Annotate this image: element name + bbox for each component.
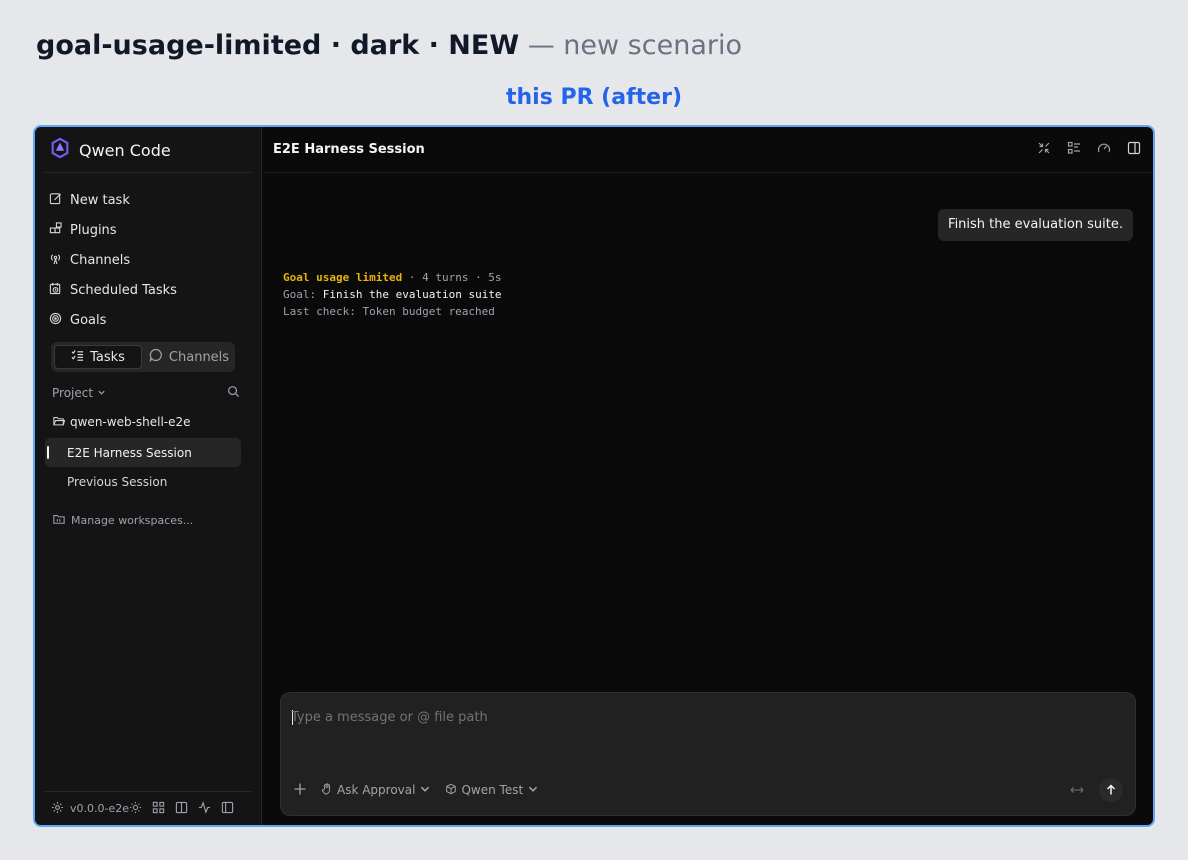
pr-label: this PR (after)	[505, 85, 682, 110]
goal-value: Finish the evaluation suite	[322, 288, 502, 301]
send-button[interactable]	[1099, 778, 1123, 802]
task-list-icon	[71, 349, 84, 366]
session-label: E2E Harness Session	[67, 445, 192, 460]
broadcast-icon	[49, 252, 62, 269]
scenario-title: goal-usage-limited · dark · NEW	[36, 30, 520, 61]
scenario-suffix: — new scenario	[519, 30, 742, 61]
project-label: Project	[52, 386, 94, 400]
sidebar-footer: v0.0.0-e2e	[45, 791, 251, 825]
arrow-up-icon	[1105, 781, 1117, 800]
chat-bubble-icon	[149, 348, 163, 366]
divider	[45, 172, 251, 173]
main-panel: E2E Harness Session Finish the evaluatio…	[263, 127, 1153, 825]
active-indicator	[47, 446, 49, 459]
goal-meta: · 4 turns · 5s	[402, 271, 502, 284]
folder-open-icon	[53, 415, 66, 430]
nav-goals[interactable]: Goals	[49, 305, 177, 335]
tab-tasks[interactable]: Tasks	[54, 345, 142, 369]
nav-plugins[interactable]: Plugins	[49, 215, 177, 245]
chevron-down-icon	[419, 783, 431, 798]
page-heading: goal-usage-limited · dark · NEW — new sc…	[36, 28, 742, 64]
brand-name: Qwen Code	[79, 140, 171, 160]
calendar-clock-icon	[49, 282, 62, 299]
session-item[interactable]: Previous Session	[45, 467, 241, 496]
message-input[interactable]	[291, 705, 991, 729]
sidebar-nav: New task Plugins Channels Scheduled Task…	[49, 185, 177, 335]
chevron-down-icon	[97, 386, 106, 400]
project-dropdown[interactable]: Project	[52, 386, 106, 400]
approval-mode-dropdown[interactable]: Ask Approval	[321, 782, 431, 798]
project-header: Project	[52, 383, 240, 403]
goal-label: Goal:	[283, 288, 323, 301]
edit-icon	[49, 192, 62, 209]
goal-last-check: Last check: Token budget reached	[283, 305, 495, 318]
tab-channels[interactable]: Channels	[146, 345, 232, 369]
workspace-icon	[53, 513, 65, 528]
sidebar-toggle-icon[interactable]	[221, 801, 234, 817]
goal-status-block: Goal usage limited · 4 turns · 5s Goal: …	[283, 269, 502, 320]
user-message: Finish the evaluation suite.	[938, 209, 1133, 241]
nav-label: Channels	[70, 252, 131, 268]
model-dropdown[interactable]: Qwen Test	[445, 783, 539, 798]
panel-toggle-icon[interactable]	[1127, 140, 1141, 159]
composer-toolbar: Ask Approval Qwen Test	[293, 778, 1123, 802]
nav-label: Goals	[70, 312, 107, 328]
goal-status: Goal usage limited	[283, 271, 403, 284]
nav-new-task[interactable]: New task	[49, 185, 177, 215]
plugins-icon	[49, 221, 62, 239]
gauge-icon[interactable]	[1097, 140, 1111, 159]
app-window: Qwen Code New task Plugins Channels Sche…	[33, 125, 1155, 827]
nav-channels[interactable]: Channels	[49, 245, 177, 275]
theme-sun-icon[interactable]	[129, 801, 142, 817]
workspace-folder[interactable]: qwen-web-shell-e2e	[53, 412, 191, 432]
manage-workspaces-link[interactable]: Manage workspaces...	[53, 513, 193, 528]
approval-label: Ask Approval	[337, 783, 416, 797]
chevron-down-icon	[527, 783, 539, 798]
workspace-name: qwen-web-shell-e2e	[70, 415, 191, 429]
nav-scheduled-tasks[interactable]: Scheduled Tasks	[49, 275, 177, 305]
session-item[interactable]: E2E Harness Session	[45, 438, 241, 467]
tab-tasks-label: Tasks	[90, 349, 125, 365]
composer: Ask Approval Qwen Test	[280, 692, 1136, 816]
toolbar	[1037, 140, 1141, 159]
expand-horizontal-icon[interactable]	[1069, 781, 1085, 800]
sidebar: Qwen Code New task Plugins Channels Sche…	[35, 127, 262, 825]
hand-icon	[321, 782, 333, 798]
collapse-icon[interactable]	[1037, 140, 1051, 159]
session-title: E2E Harness Session	[273, 142, 425, 157]
grid-icon[interactable]	[152, 801, 165, 817]
sidebar-view-switch: Tasks Channels	[51, 342, 235, 372]
settings-gear-icon[interactable]	[51, 801, 64, 817]
tab-channels-label: Channels	[168, 349, 230, 365]
nav-label: Plugins	[70, 222, 117, 238]
cube-icon	[445, 783, 457, 798]
manage-label: Manage workspaces...	[71, 514, 194, 527]
target-icon	[49, 312, 62, 329]
qwen-logo-icon	[49, 137, 71, 163]
activity-icon[interactable]	[198, 800, 211, 817]
checklist-icon[interactable]	[1067, 140, 1081, 159]
brand[interactable]: Qwen Code	[49, 137, 171, 163]
top-bar: E2E Harness Session	[263, 127, 1153, 173]
session-label: Previous Session	[67, 474, 168, 489]
version-label: v0.0.0-e2e	[70, 802, 130, 815]
model-label: Qwen Test	[461, 783, 524, 797]
search-icon[interactable]	[227, 385, 240, 401]
nav-label: Scheduled Tasks	[70, 282, 177, 298]
split-view-icon[interactable]	[175, 801, 188, 817]
add-attachment-icon[interactable]	[293, 782, 307, 799]
nav-label: New task	[70, 192, 130, 208]
